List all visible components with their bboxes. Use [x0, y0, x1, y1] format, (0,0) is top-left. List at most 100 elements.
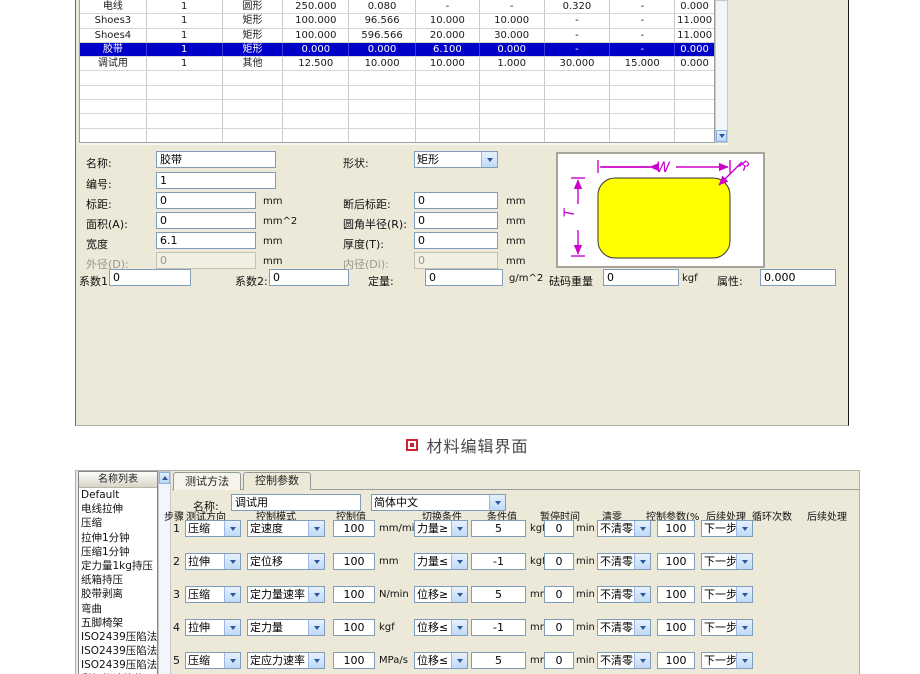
- table-row[interactable]: 电线1圆形250.0000.080--0.320-0.000: [80, 0, 714, 14]
- control-value-input[interactable]: 100: [333, 553, 375, 570]
- shape-dropdown[interactable]: 矩形: [414, 151, 498, 168]
- control-mode-dropdown[interactable]: 定位移: [247, 553, 325, 570]
- table-cell: 胶带: [80, 43, 147, 56]
- direction-dropdown[interactable]: 拉伸: [185, 553, 241, 570]
- dropdown-button[interactable]: [224, 554, 240, 569]
- next-step-dropdown[interactable]: 下一步: [701, 652, 753, 669]
- control-param-input[interactable]: 100: [657, 520, 695, 537]
- dropdown-button[interactable]: [224, 587, 240, 602]
- direction-dropdown[interactable]: 压缩: [185, 652, 241, 669]
- coef2-input[interactable]: 0: [269, 269, 349, 286]
- tab-test-method[interactable]: 测试方法: [173, 472, 241, 490]
- condition-value-input[interactable]: 5: [471, 652, 526, 669]
- dropdown-button[interactable]: [736, 587, 752, 602]
- width-input[interactable]: 6.1: [156, 232, 256, 249]
- thickness-input[interactable]: 0: [414, 232, 498, 249]
- dropdown-button[interactable]: [451, 653, 467, 668]
- dropdown-button[interactable]: [308, 554, 324, 569]
- next-step-dropdown[interactable]: 下一步: [701, 520, 753, 537]
- clear-dropdown[interactable]: 不清零: [597, 553, 651, 570]
- pause-time-input[interactable]: 0: [544, 586, 574, 603]
- switch-condition-dropdown[interactable]: 力量≤: [414, 553, 468, 570]
- pause-time-input[interactable]: 0: [544, 652, 574, 669]
- switch-condition-dropdown[interactable]: 位移≤: [414, 652, 468, 669]
- control-mode-dropdown[interactable]: 定力量速率: [247, 586, 325, 603]
- switch-condition-dropdown[interactable]: 位移≤: [414, 619, 468, 636]
- direction-dropdown[interactable]: 压缩: [185, 586, 241, 603]
- control-value-input[interactable]: 100: [333, 619, 375, 636]
- switch-condition-dropdown[interactable]: 力量≥: [414, 520, 468, 537]
- area-input[interactable]: 0: [156, 212, 256, 229]
- condition-value-input[interactable]: 5: [471, 586, 526, 603]
- control-param-input[interactable]: 100: [657, 619, 695, 636]
- table-cell: 0.000: [675, 0, 714, 13]
- id-input[interactable]: 1: [156, 172, 276, 189]
- weight-input[interactable]: 0: [603, 269, 679, 286]
- pause-time-input[interactable]: 0: [544, 520, 574, 537]
- list-item[interactable]: Default: [79, 488, 157, 502]
- coef1-input[interactable]: 0: [109, 269, 191, 286]
- direction-dropdown[interactable]: 拉伸: [185, 619, 241, 636]
- control-param-input[interactable]: 100: [657, 652, 695, 669]
- control-param-input[interactable]: 100: [657, 553, 695, 570]
- dropdown-button[interactable]: [481, 152, 497, 167]
- condition-value-input[interactable]: 5: [471, 520, 526, 537]
- clear-dropdown[interactable]: 不清零: [597, 652, 651, 669]
- pause-time-input[interactable]: 0: [544, 619, 574, 636]
- dropdown-button[interactable]: [224, 521, 240, 536]
- dropdown-button[interactable]: [308, 620, 324, 635]
- dropdown-button[interactable]: [634, 554, 650, 569]
- clear-dropdown[interactable]: 不清零: [597, 520, 651, 537]
- direction-dropdown[interactable]: 压缩: [185, 520, 241, 537]
- dropdown-button[interactable]: [224, 653, 240, 668]
- next-step-dropdown[interactable]: 下一步: [701, 586, 753, 603]
- name-input[interactable]: 胶带: [156, 151, 276, 168]
- clear-dropdown[interactable]: 不清零: [597, 586, 651, 603]
- table-row[interactable]: Shoes41矩形100.000596.56620.00030.000--11.…: [80, 29, 714, 43]
- control-value-input[interactable]: 100: [333, 520, 375, 537]
- control-value-input[interactable]: 100: [333, 586, 375, 603]
- dropdown-button[interactable]: [451, 554, 467, 569]
- dropdown-button[interactable]: [736, 554, 752, 569]
- dropdown-button[interactable]: [451, 521, 467, 536]
- attr-input[interactable]: 0.000: [760, 269, 836, 286]
- next-step-dropdown[interactable]: 下一步: [701, 619, 753, 636]
- switch-condition-dropdown[interactable]: 位移≥: [414, 586, 468, 603]
- control-mode-dropdown[interactable]: 定速度: [247, 520, 325, 537]
- name-list-header[interactable]: 名称列表: [79, 472, 157, 488]
- dropdown-button[interactable]: [451, 587, 467, 602]
- table-row[interactable]: 调试用1其他12.50010.00010.0001.00030.00015.00…: [80, 57, 714, 71]
- gauge-input[interactable]: 0: [156, 192, 256, 209]
- control-mode-dropdown[interactable]: 定力量: [247, 619, 325, 636]
- scroll-up-button[interactable]: [159, 472, 170, 484]
- material-table-scrollbar[interactable]: [715, 0, 728, 143]
- dropdown-button[interactable]: [451, 620, 467, 635]
- condition-value-input[interactable]: -1: [471, 553, 526, 570]
- quant-input[interactable]: 0: [425, 269, 503, 286]
- pause-time-input[interactable]: 0: [544, 553, 574, 570]
- control-mode-dropdown[interactable]: 定应力速率: [247, 652, 325, 669]
- table-row[interactable]: Shoes31矩形100.00096.56610.00010.000--11.0…: [80, 14, 714, 28]
- dropdown-button[interactable]: [736, 653, 752, 668]
- dropdown-button[interactable]: [736, 620, 752, 635]
- name-list-scrollbar[interactable]: [158, 471, 171, 674]
- clear-dropdown[interactable]: 不清零: [597, 619, 651, 636]
- dropdown-button[interactable]: [224, 620, 240, 635]
- table-row[interactable]: 胶带1矩形0.0000.0006.1000.000--0.000: [80, 43, 714, 57]
- dropdown-button[interactable]: [308, 653, 324, 668]
- break-gauge-input[interactable]: 0: [414, 192, 498, 209]
- dropdown-button[interactable]: [634, 653, 650, 668]
- control-value-input[interactable]: 100: [333, 652, 375, 669]
- next-step-dropdown[interactable]: 下一步: [701, 553, 753, 570]
- scroll-down-button[interactable]: [716, 130, 727, 142]
- dropdown-button[interactable]: [308, 521, 324, 536]
- dropdown-button[interactable]: [634, 521, 650, 536]
- dropdown-button[interactable]: [308, 587, 324, 602]
- condition-value-input[interactable]: -1: [471, 619, 526, 636]
- tab-control-params[interactable]: 控制参数: [243, 472, 311, 490]
- dropdown-button[interactable]: [634, 587, 650, 602]
- control-param-input[interactable]: 100: [657, 586, 695, 603]
- radius-input[interactable]: 0: [414, 212, 498, 229]
- dropdown-button[interactable]: [634, 620, 650, 635]
- dropdown-button[interactable]: [736, 521, 752, 536]
